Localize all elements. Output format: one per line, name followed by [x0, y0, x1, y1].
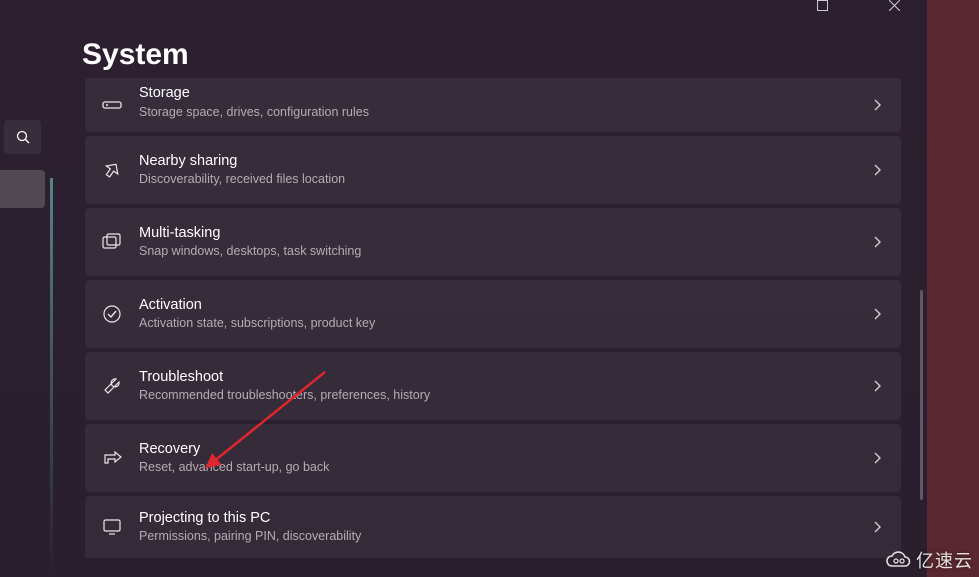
item-desc: Snap windows, desktops, task switching — [139, 243, 867, 260]
item-title: Multi-tasking — [139, 224, 867, 244]
page-title: System — [82, 38, 189, 72]
multitask-icon — [99, 233, 125, 251]
item-title: Projecting to this PC — [139, 509, 867, 529]
search-icon — [16, 130, 30, 144]
item-recovery[interactable]: Recovery Reset, advanced start-up, go ba… — [85, 424, 901, 492]
cloud-icon — [884, 550, 912, 570]
tools-icon — [99, 376, 125, 396]
search-button[interactable] — [4, 120, 41, 154]
item-projecting[interactable]: Projecting to this PC Permissions, pairi… — [85, 496, 901, 558]
item-desc: Storage space, drives, configuration rul… — [139, 104, 867, 121]
item-title: Storage — [139, 84, 867, 104]
chevron-right-icon — [867, 380, 887, 392]
chevron-right-icon — [867, 308, 887, 320]
chevron-right-icon — [867, 99, 887, 111]
chevron-right-icon — [867, 236, 887, 248]
settings-list: Storage Storage space, drives, configura… — [85, 78, 901, 558]
item-storage[interactable]: Storage Storage space, drives, configura… — [85, 78, 901, 132]
item-troubleshoot[interactable]: Troubleshoot Recommended troubleshooters… — [85, 352, 901, 420]
chevron-right-icon — [867, 164, 887, 176]
item-multitasking[interactable]: Multi-tasking Snap windows, desktops, ta… — [85, 208, 901, 276]
share-icon — [99, 160, 125, 180]
item-desc: Reset, advanced start-up, go back — [139, 459, 867, 476]
watermark-text: 亿速云 — [916, 547, 973, 573]
item-title: Recovery — [139, 440, 867, 460]
scrollbar[interactable] — [920, 290, 923, 500]
item-title: Nearby sharing — [139, 152, 867, 172]
chevron-right-icon — [867, 521, 887, 533]
chevron-right-icon — [867, 452, 887, 464]
project-icon — [99, 518, 125, 536]
item-desc: Activation state, subscriptions, product… — [139, 315, 867, 332]
item-desc: Permissions, pairing PIN, discoverabilit… — [139, 528, 867, 545]
titlebar — [0, 0, 927, 8]
storage-icon — [99, 99, 125, 111]
maximize-button[interactable] — [799, 0, 845, 32]
close-button[interactable] — [871, 0, 917, 32]
item-desc: Discoverability, received files location — [139, 171, 867, 188]
item-activation[interactable]: Activation Activation state, subscriptio… — [85, 280, 901, 348]
settings-window: System Storage Storage space, drives, co… — [0, 0, 927, 577]
sidebar — [0, 120, 45, 208]
item-title: Troubleshoot — [139, 368, 867, 388]
item-title: Activation — [139, 296, 867, 316]
watermark: 亿速云 — [884, 547, 973, 573]
recovery-icon — [99, 449, 125, 467]
sidebar-active-item[interactable] — [0, 170, 45, 208]
check-circle-icon — [99, 304, 125, 324]
item-nearby-sharing[interactable]: Nearby sharing Discoverability, received… — [85, 136, 901, 204]
item-desc: Recommended troubleshooters, preferences… — [139, 387, 867, 404]
nav-accent — [50, 178, 53, 577]
